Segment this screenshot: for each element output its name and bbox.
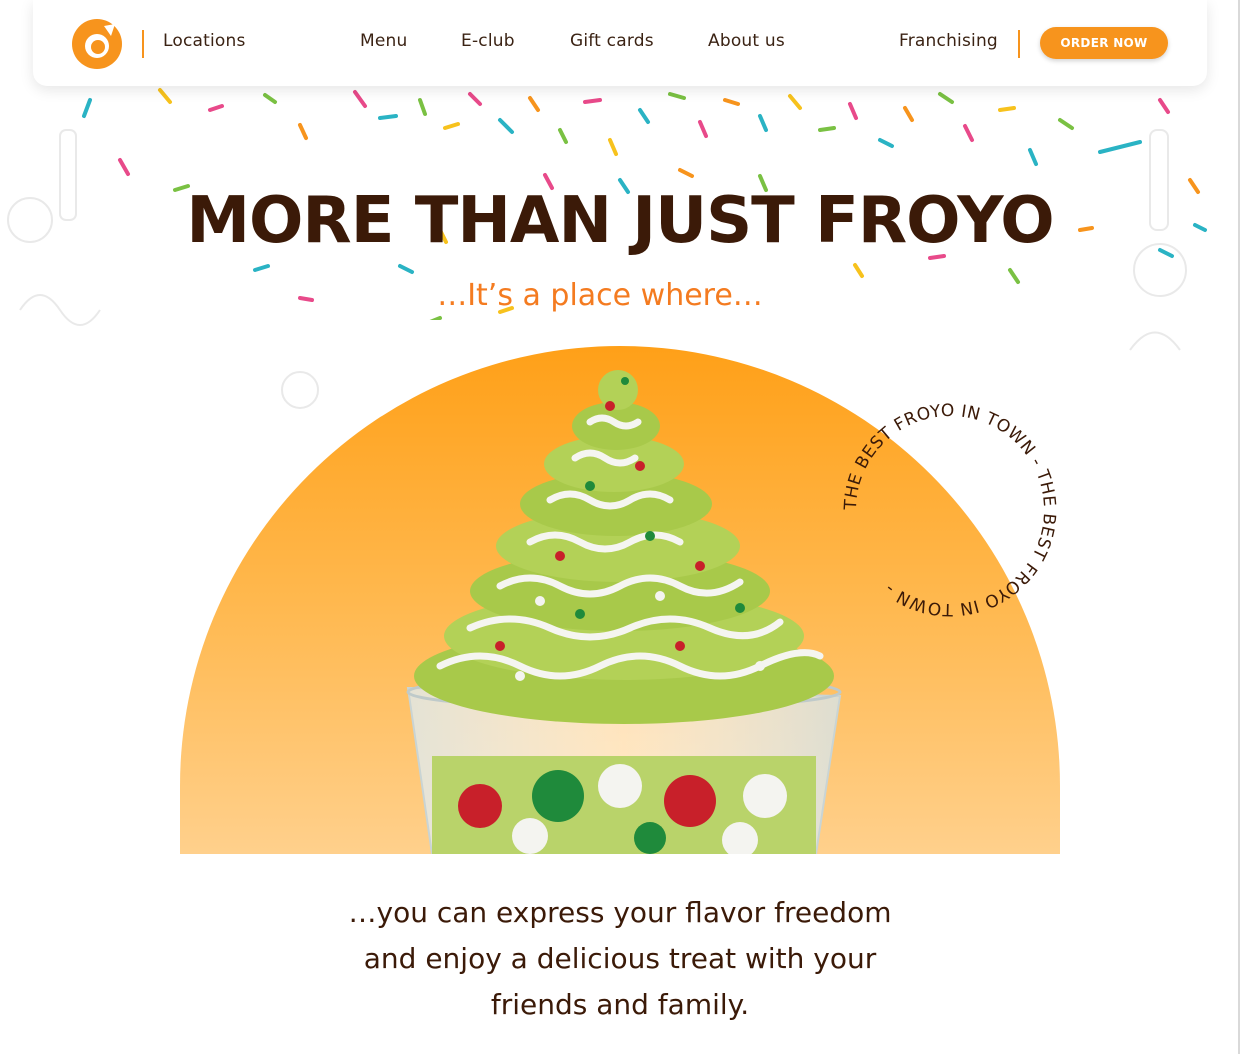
- hero-title: MORE THAN JUST FROYO: [186, 184, 1054, 258]
- nav-eclub-link[interactable]: E-club: [461, 31, 515, 51]
- nav-locations-link[interactable]: Locations: [163, 31, 246, 51]
- franchising-divider: [1018, 30, 1020, 58]
- body-line-1: …you can express your flavor freedom: [348, 896, 892, 929]
- nav-franchising-link[interactable]: Franchising: [899, 31, 998, 51]
- body-line-2: and enjoy a delicious treat with your: [363, 942, 877, 975]
- nav-gift-cards-link[interactable]: Gift cards: [570, 31, 654, 51]
- hero-body-copy: …you can express your flavor freedom and…: [300, 890, 940, 1028]
- body-line-3: friends and family.: [490, 988, 750, 1021]
- best-froyo-badge: THE BEST FROYO IN TOWN - THE BEST FROYO …: [841, 401, 1059, 619]
- logo-divider: [142, 30, 144, 58]
- badge-text: THE BEST FROYO IN TOWN - THE BEST FROYO …: [841, 401, 1059, 619]
- site-header: Locations Menu E-club Gift cards About u…: [33, 0, 1207, 86]
- nav-menu-link[interactable]: Menu: [360, 31, 407, 51]
- nav-about-us-link[interactable]: About us: [708, 31, 785, 51]
- brand-logo-icon[interactable]: [71, 18, 123, 70]
- hero-subtitle: …It’s a place where…: [437, 278, 763, 313]
- order-now-button[interactable]: ORDER NOW: [1040, 27, 1168, 59]
- page: Locations Menu E-club Gift cards About u…: [0, 0, 1240, 1054]
